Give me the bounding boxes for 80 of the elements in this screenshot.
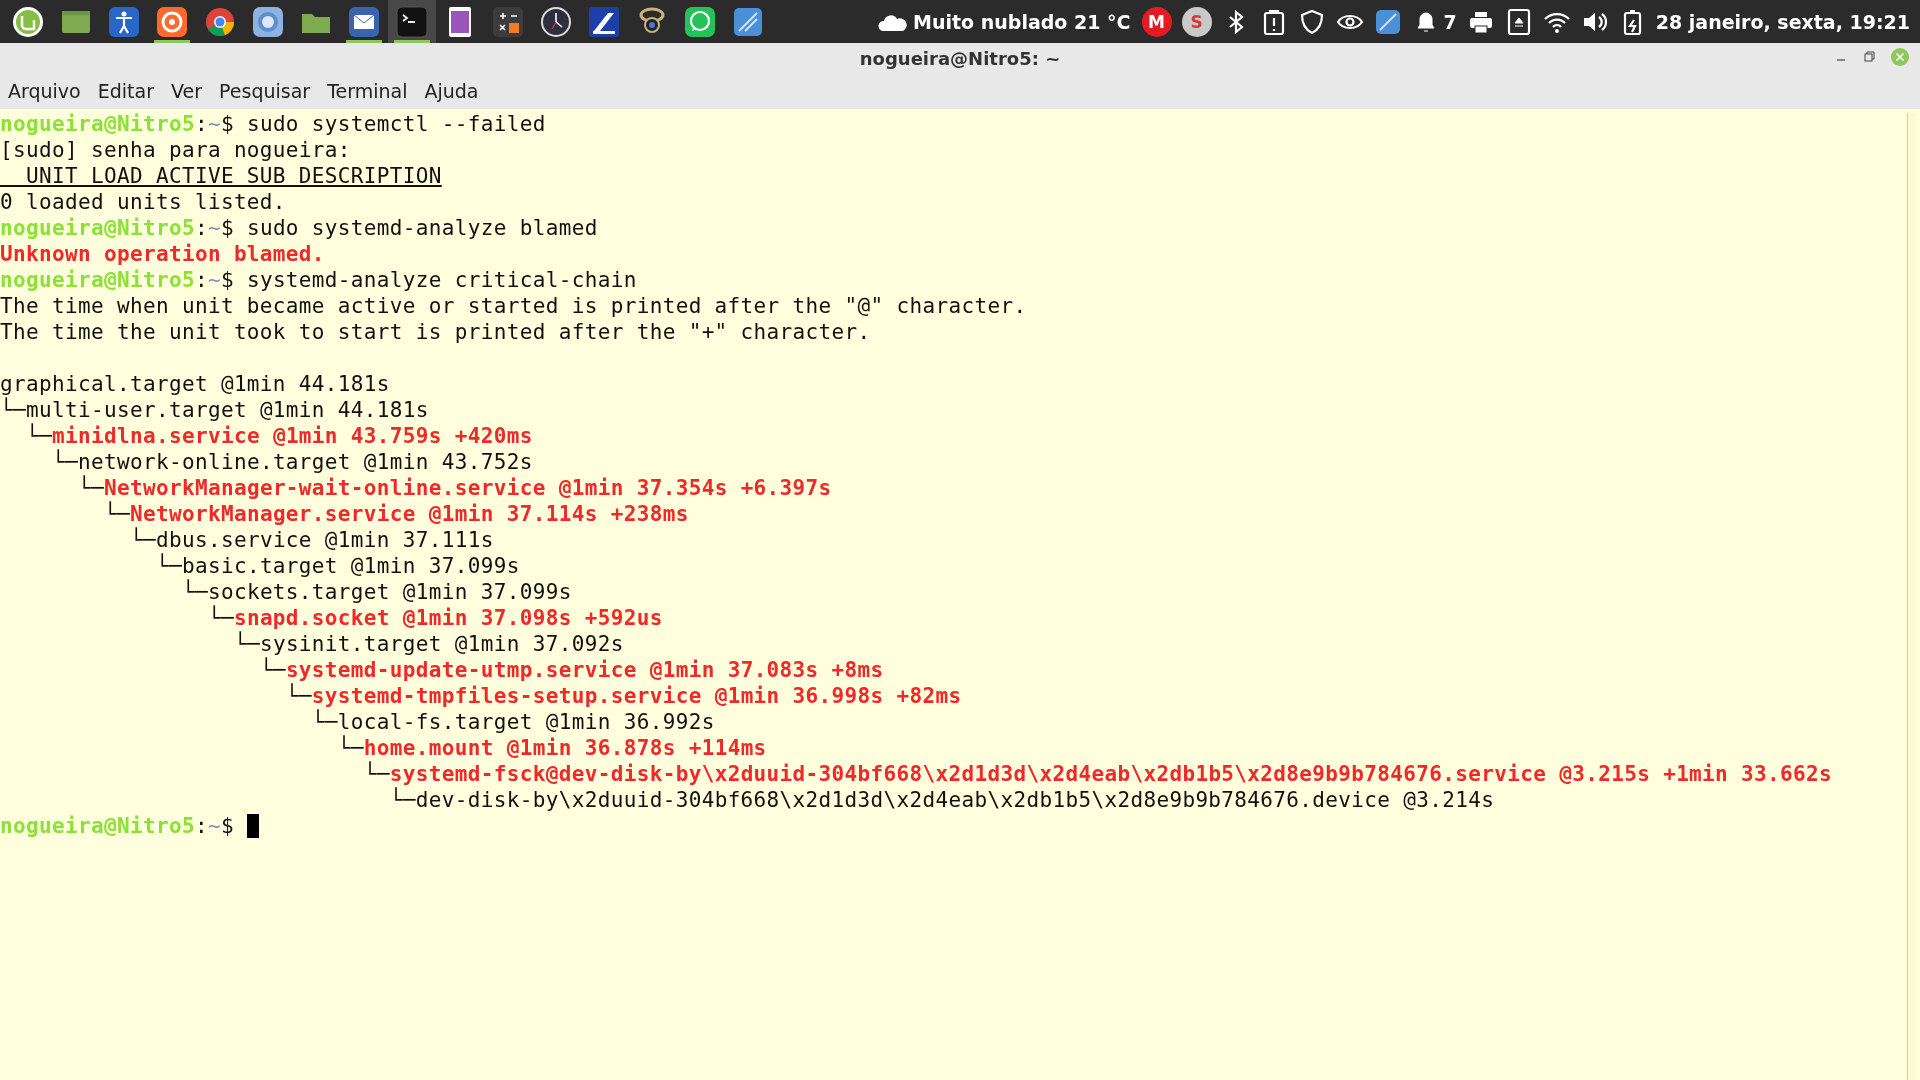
tree-connector: └─ bbox=[26, 423, 52, 449]
prompt-path: ~ bbox=[207, 215, 221, 241]
weather-text[interactable]: Muito nublado 21 °C bbox=[913, 10, 1131, 33]
maximize-icon[interactable] bbox=[1862, 50, 1876, 64]
mega-badge[interactable]: M bbox=[1141, 6, 1172, 37]
accessibility-icon[interactable] bbox=[107, 4, 141, 39]
unit-entry: NetworkManager.service @1min 37.114s +238ms bbox=[129, 502, 689, 527]
tree-connector: └─ bbox=[181, 579, 208, 605]
scrollbar[interactable] bbox=[1907, 113, 1916, 1080]
fox-browser-icon[interactable] bbox=[155, 4, 189, 39]
prompt-path: ~ bbox=[207, 111, 221, 137]
tree-connector: └─ bbox=[259, 657, 286, 683]
clock-text[interactable]: 28 janeiro, sexta, 19:21 bbox=[1655, 10, 1910, 33]
tree-connector: └─ bbox=[233, 631, 260, 657]
unit-entry: basic.target @1min 37.099s bbox=[181, 554, 520, 579]
terminal-text: [sudo] senha para nogueira: bbox=[0, 137, 351, 163]
launcher-slot[interactable] bbox=[388, 0, 436, 43]
menu-item[interactable]: Pesquisar bbox=[219, 80, 311, 102]
menu-item[interactable]: Arquivo bbox=[8, 80, 81, 102]
table-header: UNIT LOAD ACTIVE SUB DESCRIPTION bbox=[25, 163, 442, 189]
unit-entry: snapd.socket @1min 37.098s +592us bbox=[233, 606, 663, 631]
prompt-path: ~ bbox=[207, 267, 221, 293]
terminal-text: $ sudo systemd-analyze blamed bbox=[220, 215, 598, 241]
terminal-text: $ sudo systemctl --failed bbox=[220, 111, 546, 137]
terminal-text: The time when unit became active or started is printed after the "@" character. bbox=[0, 293, 1027, 319]
calculator-icon[interactable] bbox=[491, 4, 525, 39]
unit-entry: sockets.target @1min 37.099s bbox=[207, 580, 572, 605]
tree-connector: └─ bbox=[155, 553, 182, 579]
terminal-text: $ systemd-analyze critical-chain bbox=[220, 267, 637, 293]
prompt-user: nogueira@Nitro5 bbox=[0, 267, 195, 293]
menu-item[interactable]: Editar bbox=[97, 80, 154, 102]
notification-count: 7 bbox=[1443, 10, 1457, 33]
tree-connector: └─ bbox=[285, 683, 312, 709]
envelope-icon[interactable] bbox=[347, 4, 381, 39]
terminal-text: 0 loaded units listed. bbox=[0, 189, 286, 215]
chat-bubble-icon[interactable] bbox=[683, 4, 717, 39]
tree-connector: └─ bbox=[0, 397, 26, 423]
unit-entry: minidlna.service @1min 43.759s +420ms bbox=[52, 424, 533, 449]
unit-entry: local-fs.target @1min 36.992s bbox=[337, 710, 715, 735]
tree-connector: └─ bbox=[207, 605, 234, 631]
tree-connector: └─ bbox=[52, 449, 78, 475]
tree-connector: └─ bbox=[337, 735, 364, 761]
unit-entry: graphical.target @1min 44.181s bbox=[0, 371, 390, 397]
tree-connector: └─ bbox=[311, 709, 338, 735]
terminal-icon[interactable] bbox=[395, 4, 429, 39]
menu-item[interactable]: Terminal bbox=[327, 80, 408, 102]
tree-connector: └─ bbox=[363, 761, 390, 787]
unit-entry: dbus.service @1min 37.111s bbox=[155, 528, 494, 553]
tree-connector: └─ bbox=[103, 501, 130, 527]
unit-entry: systemd-tmpfiles-setup.service @1min 36.998s +82ms bbox=[311, 684, 962, 709]
menu-item[interactable]: Ver bbox=[171, 80, 202, 102]
prompt-user: nogueira@Nitro5 bbox=[0, 215, 195, 241]
menu-item[interactable]: Ajuda bbox=[424, 80, 479, 102]
prompt-path: ~ bbox=[207, 813, 221, 839]
terminal-text: : bbox=[194, 111, 208, 137]
unit-entry: systemd-update-utmp.service @1min 37.083s +8ms bbox=[285, 658, 884, 683]
unit-entry: systemd-fsck@dev-disk-by\x2duuid-304bf668\x2d1d3d\x2d4eab\x2db1b5\x2d8e9b9b784676.service @3.215s +1min 33.662s bbox=[389, 762, 1833, 787]
error-text: Unknown operation blamed. bbox=[0, 241, 325, 267]
terminal-text: : bbox=[194, 215, 208, 241]
app-icon[interactable] bbox=[1373, 7, 1402, 36]
unit-entry: NetworkManager-wait-online.service @1min 37.354s +6.397s bbox=[103, 476, 832, 501]
unit-entry: network-online.target @1min 43.752s bbox=[78, 450, 533, 475]
prompt-user: nogueira@Nitro5 bbox=[0, 111, 195, 137]
unit-entry: home.mount @1min 36.878s +114ms bbox=[363, 736, 767, 761]
window-title: nogueira@Nitro5: ~ bbox=[859, 47, 1061, 69]
unit-entry: sysinit.target @1min 37.092s bbox=[259, 632, 624, 657]
clock-icon[interactable] bbox=[539, 4, 573, 39]
leaf-logo-icon[interactable] bbox=[11, 4, 45, 39]
terminal-text: : bbox=[194, 813, 208, 839]
unit-entry: dev-disk-by\x2duuid-304bf668\x2d1d3d\x2d4eab\x2db1b5\x2d8e9b9b784676.device @3.214s bbox=[415, 788, 1495, 813]
tree-connector: └─ bbox=[129, 527, 156, 553]
terminal-text: $ bbox=[220, 813, 235, 839]
terminal-text: The time the unit took to start is printed after the "+" character. bbox=[0, 319, 871, 345]
tree-connector: └─ bbox=[389, 787, 416, 813]
browser-icon[interactable] bbox=[251, 4, 285, 39]
scanner-icon[interactable] bbox=[587, 4, 621, 39]
prompt-user: nogueira@Nitro5 bbox=[0, 813, 195, 839]
unit-entry: multi-user.target @1min 44.181s bbox=[26, 398, 429, 423]
terminal-text: : bbox=[194, 267, 208, 293]
tree-connector: └─ bbox=[77, 475, 104, 501]
